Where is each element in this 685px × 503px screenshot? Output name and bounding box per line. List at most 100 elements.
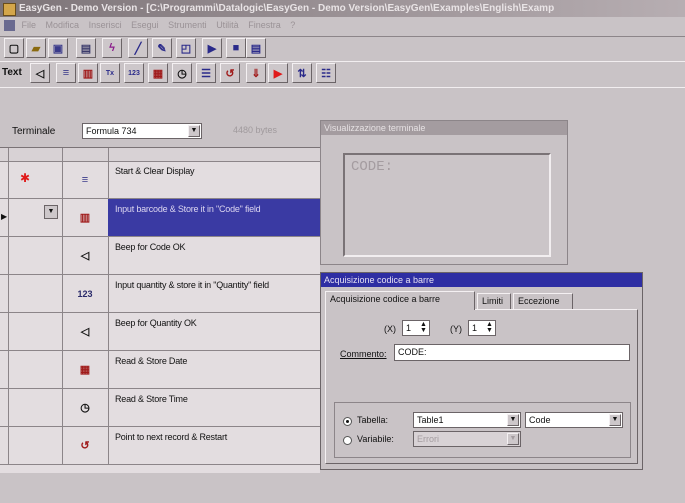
- beep-icon[interactable]: ◁: [30, 63, 50, 83]
- y-value: 1: [472, 323, 478, 333]
- clock-icon[interactable]: ◷: [172, 63, 192, 83]
- table-select[interactable]: Table1 ▼: [413, 412, 521, 428]
- chevron-down-icon[interactable]: ▼: [609, 414, 621, 426]
- edit-page-icon[interactable]: ✎: [152, 38, 172, 58]
- x-label: (X): [384, 324, 396, 334]
- program-grid: ✱ ≡ Start & Clear Display ▶ ▼ ▥ Input ba…: [0, 147, 320, 473]
- run-red-icon[interactable]: ▶: [268, 63, 288, 83]
- comment-field[interactable]: CODE:: [394, 344, 630, 361]
- program-step-text: Read & Store Date: [115, 356, 188, 366]
- open-folder-icon[interactable]: ▰: [26, 38, 46, 58]
- variable-select[interactable]: Errori ▼: [413, 431, 521, 447]
- menu-inserisci[interactable]: Inserisci: [89, 20, 122, 30]
- quantity-123-icon: 123: [62, 275, 109, 312]
- spin-arrows-icon[interactable]: ▲ ▼: [419, 321, 428, 334]
- barcode-acquisition-dialog: Acquisizione codice a barre Acquisizione…: [320, 272, 643, 470]
- calendar-icon: ▦: [62, 351, 109, 388]
- numeric-input-icon[interactable]: 123: [124, 63, 144, 83]
- lightning-icon[interactable]: ϟ: [102, 38, 122, 58]
- pencil-line-icon[interactable]: ╱: [128, 38, 148, 58]
- program-step-text: Input quantity & store it in "Quantity" …: [115, 280, 269, 290]
- program-row-selected[interactable]: ▶ ▼ ▥ Input barcode & Store it in "Code"…: [0, 199, 320, 237]
- program-row[interactable]: ✱ ≡ Start & Clear Display: [0, 161, 320, 199]
- menu-file[interactable]: File: [22, 20, 37, 30]
- window-title-bar[interactable]: EasyGen - Demo Version - [C:\Programmi\D…: [0, 0, 685, 17]
- tab-acquisizione[interactable]: Acquisizione codice a barre: [325, 291, 475, 310]
- sort-icon[interactable]: ⇅: [292, 63, 312, 83]
- restart-icon[interactable]: ↺: [220, 63, 240, 83]
- row-dropdown-icon[interactable]: ▼: [44, 205, 58, 219]
- text-input-icon[interactable]: Tx: [100, 63, 120, 83]
- table-radio[interactable]: [343, 417, 352, 426]
- field-select-value: Code: [529, 415, 551, 425]
- table-label: Tabella:: [357, 415, 389, 425]
- program-row[interactable]: ◁ Beep for Quantity OK: [0, 313, 320, 351]
- menu-bar: File Modifica Inserisci Esegui Strumenti…: [0, 17, 685, 34]
- barcode-icon[interactable]: ▥: [78, 63, 98, 83]
- tab-eccezione[interactable]: Eccezione: [513, 293, 573, 309]
- terminal-select-value: Formula 734: [86, 126, 137, 136]
- menu-esegui[interactable]: Esegui: [131, 20, 159, 30]
- list-icon[interactable]: ☰: [196, 63, 216, 83]
- instructions-toolbar: Text ◁ ≡ ▥ Tx 123 ▦ ◷ ☰ ↺ ⇓ ▶ ⇅ ☷: [0, 61, 685, 88]
- variable-label: Variabile:: [357, 434, 394, 444]
- beep-icon: ◁: [62, 237, 109, 274]
- clear-display-icon[interactable]: ≡: [56, 63, 76, 83]
- menu-utilita[interactable]: Utilità: [216, 20, 239, 30]
- comment-label: Commento:: [340, 349, 387, 359]
- new-file-icon[interactable]: ▢: [4, 38, 24, 58]
- terminal-label: Terminale: [12, 126, 56, 137]
- y-position-spinner[interactable]: 1 ▲ ▼: [468, 320, 496, 336]
- table-select-value: Table1: [417, 415, 444, 425]
- program-row[interactable]: ▦ Read & Store Date: [0, 351, 320, 389]
- down-arrow-icon[interactable]: ⇓: [246, 63, 266, 83]
- toolbar-divider: [0, 87, 685, 88]
- terminal-view-title[interactable]: Visualizzazione terminale: [321, 121, 567, 135]
- terminal-select[interactable]: Formula 734 ▼: [82, 123, 202, 139]
- play-icon[interactable]: ▶: [202, 38, 222, 58]
- field-select[interactable]: Code ▼: [525, 412, 623, 428]
- stop-icon[interactable]: ■: [226, 38, 246, 58]
- print-icon[interactable]: ▤: [76, 38, 96, 58]
- menu-help[interactable]: ?: [290, 20, 295, 30]
- window-title: EasyGen - Demo Version - [C:\Programmi\D…: [19, 3, 555, 14]
- memory-bytes: 4480 bytes: [233, 125, 278, 135]
- terminal-display-text: CODE:: [351, 159, 394, 175]
- y-label: (Y): [450, 324, 462, 334]
- document-system-icon[interactable]: [4, 20, 15, 31]
- terminal-display: CODE:: [343, 153, 551, 257]
- menu-list-icon[interactable]: ☷: [316, 63, 336, 83]
- program-step-text: Point to next record & Restart: [115, 432, 228, 442]
- tab-limiti[interactable]: Limiti: [477, 293, 511, 309]
- barcode-icon: ▥: [62, 199, 109, 236]
- current-row-pointer-icon: ▶: [1, 212, 8, 221]
- dialog-title[interactable]: Acquisizione codice a barre: [321, 273, 642, 287]
- window-edit-icon[interactable]: ◰: [176, 38, 196, 58]
- text-button-label[interactable]: Text: [2, 67, 22, 78]
- menu-modifica[interactable]: Modifica: [46, 20, 80, 30]
- program-row[interactable]: 123 Input quantity & store it in "Quanti…: [0, 275, 320, 313]
- chevron-down-icon[interactable]: ▼: [507, 414, 519, 426]
- x-position-spinner[interactable]: 1 ▲ ▼: [402, 320, 430, 336]
- variable-select-value: Errori: [417, 434, 439, 444]
- save-disk-icon[interactable]: ▣: [48, 38, 68, 58]
- program-row[interactable]: ◷ Read & Store Time: [0, 389, 320, 427]
- chevron-down-icon[interactable]: ▼: [507, 433, 519, 445]
- calendar-icon[interactable]: ▦: [148, 63, 168, 83]
- program-row[interactable]: ↺ Point to next record & Restart: [0, 427, 320, 465]
- terminal-icon[interactable]: ▤: [246, 38, 266, 58]
- main-toolbar: ▢ ▰ ▣ ▤ ϟ ╱ ✎ ◰ ▶ ■ ▤: [0, 36, 685, 60]
- toolbar-divider: [0, 61, 685, 62]
- spin-arrows-icon[interactable]: ▲ ▼: [485, 321, 494, 334]
- target-group: Tabella: Table1 ▼ Code ▼ Variabile: Erro…: [334, 402, 631, 458]
- program-step-text: Input barcode & Store it in "Code" field: [108, 199, 320, 236]
- program-row[interactable]: ◁ Beep for Code OK: [0, 237, 320, 275]
- toolbar-divider: [0, 36, 685, 37]
- tab-panel: (X) 1 ▲ ▼ (Y) 1 ▲ ▼ Commento: CODE: Tabell…: [325, 309, 638, 464]
- variable-radio[interactable]: [343, 436, 352, 445]
- grid-header: [0, 148, 320, 162]
- menu-finestra[interactable]: Finestra: [248, 20, 281, 30]
- chevron-down-icon[interactable]: ▼: [188, 125, 200, 137]
- x-value: 1: [406, 323, 412, 333]
- menu-strumenti[interactable]: Strumenti: [168, 20, 207, 30]
